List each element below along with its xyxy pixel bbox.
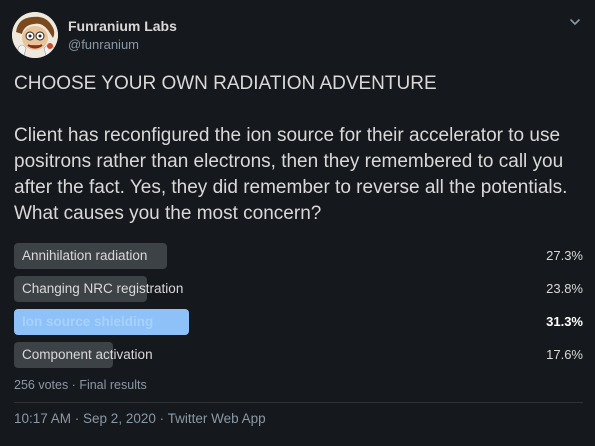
poll-choice[interactable]: Annihilation radiation 27.3% xyxy=(14,243,583,269)
poll-choice-percent: 23.8% xyxy=(546,281,583,296)
poll-choice-label: Changing NRC registration xyxy=(22,281,184,296)
poll-choice[interactable]: Ion source shielding 31.3% xyxy=(14,309,583,335)
poll-choice[interactable]: Changing NRC registration 23.8% xyxy=(14,276,583,302)
tweet-body: Client has reconfigured the ion source f… xyxy=(14,125,568,224)
author-names: Funranium Labs @funranium xyxy=(68,18,177,52)
poll-choice-label: Annihilation radiation xyxy=(22,248,148,263)
cartoon-scientist-avatar-icon xyxy=(12,12,58,58)
chevron-down-icon[interactable] xyxy=(567,14,583,30)
divider xyxy=(14,402,583,403)
author-display-name[interactable]: Funranium Labs xyxy=(68,18,177,34)
poll-choice-label: Component activation xyxy=(22,347,153,362)
poll-choice-percent: 27.3% xyxy=(546,248,583,263)
avatar[interactable] xyxy=(12,12,58,58)
poll-summary: 256 votes · Final results xyxy=(14,378,147,392)
poll: Annihilation radiation 27.3% Changing NRC … xyxy=(14,243,583,375)
poll-choice-percent: 17.6% xyxy=(546,347,583,362)
poll-choice[interactable]: Component activation 17.6% xyxy=(14,342,583,368)
poll-choice-label: Ion source shielding xyxy=(22,314,154,329)
tweet-timestamp[interactable]: 10:17 AM · Sep 2, 2020 · Twitter Web App xyxy=(14,411,266,426)
tweet-card: Funranium Labs @funranium CHOOSE YOUR OW… xyxy=(0,0,595,446)
tweet-header: Funranium Labs @funranium xyxy=(12,11,177,59)
tweet-headline: CHOOSE YOUR OWN RADIATION ADVENTURE xyxy=(14,73,437,94)
tweet-text: CHOOSE YOUR OWN RADIATION ADVENTURE Clie… xyxy=(14,71,586,227)
author-handle[interactable]: @funranium xyxy=(68,37,177,52)
poll-choice-percent: 31.3% xyxy=(546,314,583,329)
